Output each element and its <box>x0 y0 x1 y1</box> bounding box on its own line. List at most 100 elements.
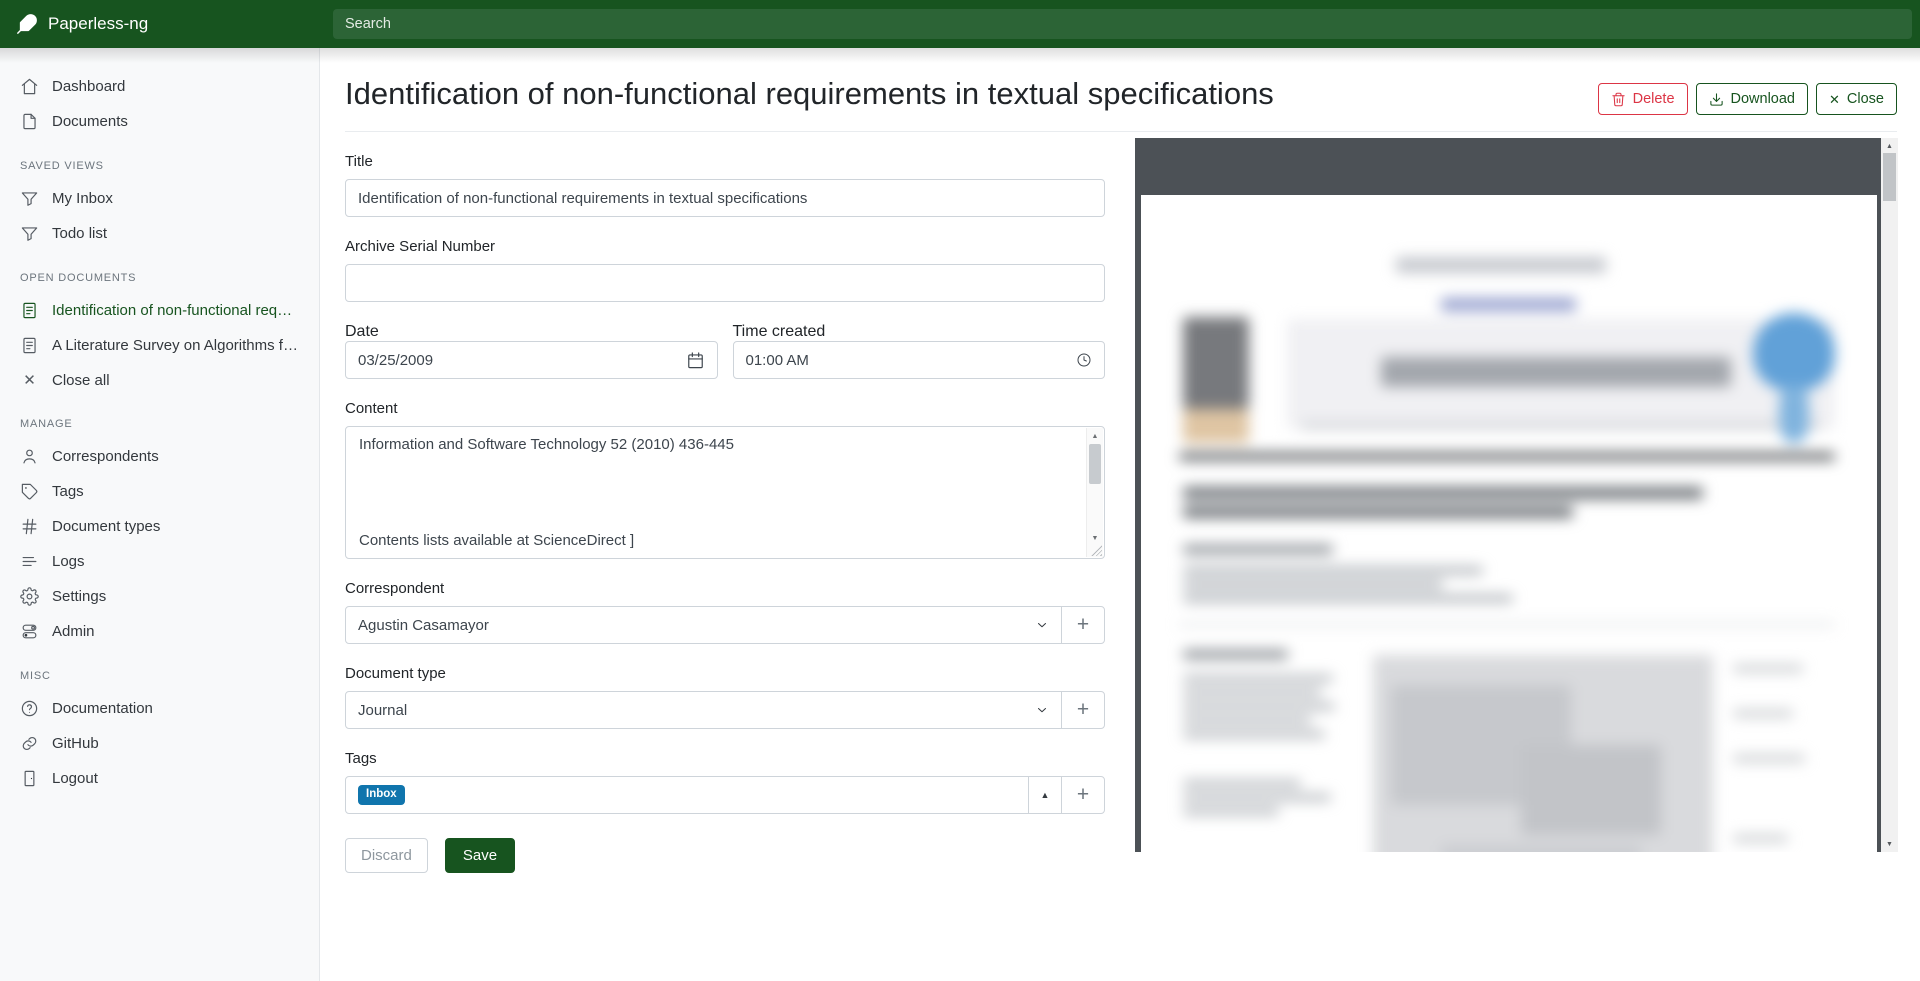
title-field-label: Title <box>345 153 1105 170</box>
feather-logo-icon <box>16 13 38 35</box>
scroll-up-icon[interactable]: ▲ <box>1881 139 1898 153</box>
tags-field-label: Tags <box>345 750 1105 767</box>
sidebar-item-close-all[interactable]: ✕ Close all <box>0 363 319 397</box>
sidebar-item-label: Todo list <box>52 225 107 242</box>
sidebar-item-document-types[interactable]: Document types <box>0 509 319 544</box>
preview-scrollbar[interactable]: ▲ ▼ <box>1881 138 1898 852</box>
time-value: 01:00 AM <box>746 352 809 369</box>
sidebar-item-label: Correspondents <box>52 448 159 465</box>
date-field-label: Date <box>345 323 379 340</box>
chevron-down-icon <box>1035 618 1049 632</box>
sidebar-item-label: Logout <box>52 770 98 787</box>
sidebar-section-manage: MANAGE <box>0 418 319 430</box>
asn-field-label: Archive Serial Number <box>345 238 1105 255</box>
discard-button[interactable]: Discard <box>345 838 428 873</box>
content-line-2: Contents lists available at ScienceDirec… <box>359 532 634 549</box>
close-icon: ✕ <box>1829 93 1840 106</box>
delete-button-label: Delete <box>1633 90 1675 108</box>
sidebar-item-label: Logs <box>52 553 85 570</box>
filter-icon <box>20 224 39 243</box>
sidebar-item-label: Dashboard <box>52 78 125 95</box>
archive-serial-number-input[interactable] <box>345 264 1105 302</box>
time-input[interactable]: 01:00 AM <box>733 341 1106 379</box>
sidebar-section-misc: MISC <box>0 670 319 682</box>
close-button[interactable]: ✕ Close <box>1816 83 1897 115</box>
sidebar: Dashboard Documents SAVED VIEWS My Inbox… <box>0 48 320 981</box>
sidebar-item-my-inbox[interactable]: My Inbox <box>0 181 319 216</box>
download-button[interactable]: Download <box>1696 83 1809 115</box>
time-field-label: Time created <box>733 323 826 340</box>
plus-icon: + <box>1077 698 1089 722</box>
sidebar-item-documentation[interactable]: Documentation <box>0 691 319 726</box>
content-scrollbar[interactable]: ▲ ▼ <box>1086 428 1103 557</box>
document-preview-pane[interactable]: ▲ ▼ <box>1135 138 1898 852</box>
sidebar-item-label: Close all <box>52 372 110 389</box>
download-button-label: Download <box>1731 90 1796 108</box>
sidebar-section-open-documents: OPEN DOCUMENTS <box>0 272 319 284</box>
sidebar-item-label: Document types <box>52 518 160 535</box>
sidebar-item-settings[interactable]: Settings <box>0 579 319 614</box>
clock-icon[interactable] <box>1076 352 1092 368</box>
sidebar-open-doc-2[interactable]: A Literature Survey on Algorithms for Mu… <box>0 328 319 363</box>
calendar-icon[interactable] <box>686 351 705 370</box>
trash-icon <box>1611 92 1626 107</box>
sidebar-item-label: Settings <box>52 588 106 605</box>
caret-up-icon: ▲ <box>1041 790 1050 800</box>
save-button[interactable]: Save <box>445 838 515 873</box>
sidebar-section-saved-views: SAVED VIEWS <box>0 160 319 172</box>
sidebar-open-doc-1[interactable]: Identification of non-functional require… <box>0 293 319 328</box>
sidebar-item-admin[interactable]: Admin <box>0 614 319 649</box>
sidebar-item-label: Tags <box>52 483 84 500</box>
user-icon <box>20 447 39 466</box>
sidebar-item-github[interactable]: GitHub <box>0 726 319 761</box>
help-circle-icon <box>20 699 39 718</box>
content-textarea[interactable]: Information and Software Technology 52 (… <box>345 426 1105 559</box>
document-type-value: Journal <box>358 702 407 719</box>
pdf-page <box>1141 195 1877 852</box>
add-correspondent-button[interactable]: + <box>1061 606 1105 644</box>
scroll-up-icon[interactable]: ▲ <box>1087 429 1103 443</box>
tag-icon <box>20 482 39 501</box>
correspondent-select[interactable]: Agustin Casamayor <box>345 606 1062 644</box>
title-input[interactable] <box>345 179 1105 217</box>
sidebar-item-logout[interactable]: Logout <box>0 761 319 796</box>
header-divider <box>345 131 1897 132</box>
scroll-down-icon[interactable]: ▼ <box>1881 837 1898 851</box>
sidebar-item-documents[interactable]: Documents <box>0 104 319 139</box>
file-text-icon <box>20 336 39 355</box>
tag-badge-inbox[interactable]: Inbox <box>358 785 405 805</box>
page-title: Identification of non-functional require… <box>345 75 1598 112</box>
open-document-label: A Literature Survey on Algorithms for Mu… <box>52 337 299 354</box>
sidebar-item-logs[interactable]: Logs <box>0 544 319 579</box>
sidebar-item-label: Documents <box>52 113 128 130</box>
link-icon <box>20 734 39 753</box>
document-actions: Delete Download ✕ Close <box>1598 83 1897 115</box>
scroll-down-icon[interactable]: ▼ <box>1087 531 1103 545</box>
gear-icon <box>20 587 39 606</box>
open-document-label: Identification of non-functional require… <box>52 302 299 319</box>
sidebar-item-correspondents[interactable]: Correspondents <box>0 439 319 474</box>
brand-label: Paperless-ng <box>48 14 148 34</box>
delete-button[interactable]: Delete <box>1598 83 1688 115</box>
logs-icon <box>20 552 39 571</box>
top-navbar: Paperless-ng <box>0 0 1920 48</box>
content-scrollbar-thumb[interactable] <box>1089 444 1101 484</box>
close-button-label: Close <box>1847 90 1884 108</box>
search-input[interactable] <box>333 9 1912 39</box>
document-type-select[interactable]: Journal <box>345 691 1062 729</box>
date-input[interactable]: 03/25/2009 <box>345 341 718 379</box>
hash-icon <box>20 517 39 536</box>
sidebar-item-todo-list[interactable]: Todo list <box>0 216 319 251</box>
sidebar-item-dashboard[interactable]: Dashboard <box>0 69 319 104</box>
sidebar-item-tags[interactable]: Tags <box>0 474 319 509</box>
add-tag-button[interactable]: + <box>1061 776 1105 814</box>
home-icon <box>20 77 39 96</box>
app-brand[interactable]: Paperless-ng <box>0 0 320 48</box>
date-value: 03/25/2009 <box>358 352 433 369</box>
correspondent-field-label: Correspondent <box>345 580 1105 597</box>
tags-collapse-button[interactable]: ▲ <box>1028 776 1062 814</box>
preview-scrollbar-thumb[interactable] <box>1883 153 1896 201</box>
tags-input[interactable]: Inbox <box>345 776 1029 814</box>
add-document-type-button[interactable]: + <box>1061 691 1105 729</box>
plus-icon: + <box>1077 613 1089 637</box>
